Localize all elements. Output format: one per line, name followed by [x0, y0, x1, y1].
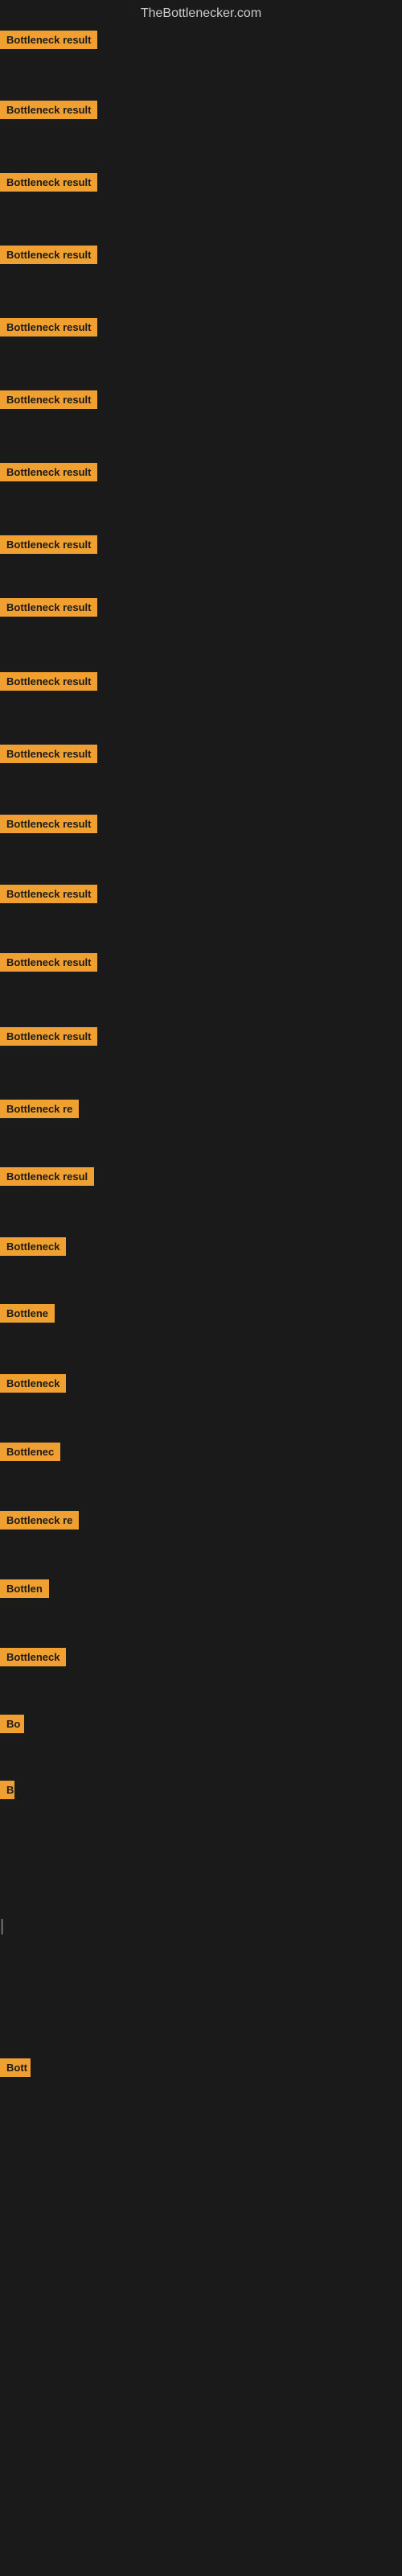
bottleneck-item: Bottleneck: [0, 1374, 402, 1439]
bottleneck-label: Bottleneck result: [0, 31, 97, 49]
bottleneck-item: Bottlenec: [0, 1443, 402, 1507]
bottleneck-label: Bottleneck: [0, 1648, 66, 1666]
bottleneck-label: Bottleneck: [0, 1374, 66, 1393]
bottleneck-item: Bottlen: [0, 1579, 402, 1644]
items-container: Bottleneck result Bottleneck result Bottle…: [0, 31, 402, 2566]
bottleneck-label: Bottleneck re: [0, 1100, 79, 1118]
bottleneck-item: Bottleneck result: [0, 173, 402, 237]
bottleneck-item: Bottleneck result: [0, 390, 402, 455]
bottleneck-item: [0, 2421, 402, 2485]
bottleneck-item: Bottleneck result: [0, 598, 402, 663]
bottleneck-label: Bottleneck result: [0, 246, 97, 264]
bottleneck-item: Bottleneck result: [0, 815, 402, 879]
bottleneck-label: Bottleneck result: [0, 318, 97, 336]
bottleneck-label: Bottleneck result: [0, 885, 97, 903]
bottleneck-item: Bottleneck result: [0, 463, 402, 527]
page-wrapper: TheBottlenecker.com Bottleneck resultBot…: [0, 0, 402, 2576]
bottleneck-label: Bott: [0, 2058, 31, 2077]
bottleneck-label: Bottlene: [0, 1304, 55, 1323]
bottleneck-item: Bottleneck result: [0, 318, 402, 382]
bottleneck-item: Bott: [0, 2058, 402, 2123]
bottleneck-item: [0, 1849, 402, 1913]
bottleneck-item: Bottleneck re: [0, 1511, 402, 1575]
bottleneck-label: Bottleneck resul: [0, 1167, 94, 1186]
bottleneck-item: Bottleneck result: [0, 1027, 402, 1092]
bottleneck-item: [0, 2203, 402, 2268]
bottleneck-item: Bottleneck result: [0, 101, 402, 165]
bottleneck-item: Bottleneck result: [0, 672, 402, 737]
bottleneck-item: Bottleneck result: [0, 246, 402, 310]
bottleneck-label: Bo: [0, 1715, 24, 1733]
bottleneck-item: Bottleneck result: [0, 31, 402, 95]
bottleneck-item: Bottleneck resul: [0, 1167, 402, 1232]
site-title: TheBottlenecker.com: [0, 0, 402, 31]
bottleneck-item: [0, 2131, 402, 2195]
bottleneck-label: Bottleneck result: [0, 173, 97, 192]
bottleneck-label: Bottleneck result: [0, 463, 97, 481]
bottleneck-item: Bottleneck re: [0, 1100, 402, 1164]
bottleneck-label: Bottleneck result: [0, 598, 97, 617]
bottleneck-item: Bottleneck result: [0, 953, 402, 1018]
bottleneck-label: Bottleneck: [0, 1237, 66, 1256]
bottleneck-item: Bottleneck result: [0, 885, 402, 949]
bottleneck-label: Bottleneck result: [0, 672, 97, 691]
bottleneck-label: Bottleneck result: [0, 745, 97, 763]
vertical-cursor: |: [0, 1918, 4, 1935]
bottleneck-label: Bottlen: [0, 1579, 49, 1598]
bottleneck-label: Bottleneck result: [0, 390, 97, 409]
bottleneck-item: Bottleneck result: [0, 535, 402, 600]
bottleneck-item: [0, 2493, 402, 2557]
bottleneck-label: Bottleneck result: [0, 535, 97, 554]
bottleneck-item: [0, 1990, 402, 2054]
bottleneck-item: Bo: [0, 1715, 402, 1779]
bottleneck-item: Bottleneck result: [0, 745, 402, 809]
bottleneck-item: Bottleneck: [0, 1648, 402, 1712]
bottleneck-label: Bottlenec: [0, 1443, 60, 1461]
bottleneck-label: Bottleneck re: [0, 1511, 79, 1530]
bottleneck-item: [0, 2276, 402, 2340]
bottleneck-item: Bottlene: [0, 1304, 402, 1368]
bottleneck-label: B: [0, 1781, 14, 1799]
bottleneck-item: [0, 2348, 402, 2413]
bottleneck-item: Bottleneck: [0, 1237, 402, 1302]
bottleneck-label: Bottleneck result: [0, 1027, 97, 1046]
bottleneck-label: Bottleneck result: [0, 953, 97, 972]
bottleneck-item: |: [0, 1918, 402, 1982]
bottleneck-item: B: [0, 1781, 402, 1845]
bottleneck-label: Bottleneck result: [0, 815, 97, 833]
bottleneck-label: Bottleneck result: [0, 101, 97, 119]
